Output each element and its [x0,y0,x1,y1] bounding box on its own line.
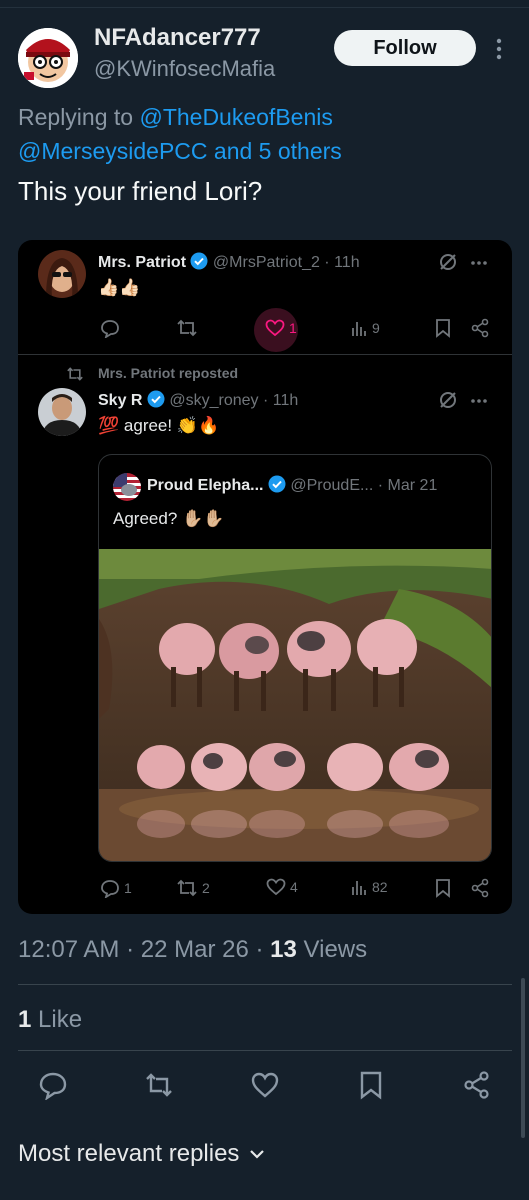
scrollbar[interactable] [521,978,525,1138]
embedded-image[interactable]: Mrs. Patriot @MrsPatriot_2 · 11h 👍🏻👍🏻 1 … [18,240,512,914]
repost-count: 2 [176,878,210,898]
views-label: Views [303,936,368,963]
author-handle[interactable]: @KWinfosecMafia [94,56,275,82]
reply-icon[interactable] [38,1070,68,1100]
reply-count: 1 [100,878,132,898]
like-count-text: 1 [289,320,297,336]
repost-icon[interactable] [144,1070,174,1100]
others-link[interactable]: and 5 others [214,138,342,164]
verified-icon [268,475,286,493]
repost-icon [177,879,197,897]
reply-icon [101,880,119,898]
share-icon [471,318,489,338]
views-icon [352,881,366,895]
replying-to: Replying to @TheDukeofBenis @MerseysideP… [18,100,508,168]
avatar [38,250,86,298]
likes-count: 1 [18,1006,32,1033]
quote-text-emoji: ✋🏼✋🏼 [182,509,225,528]
avatar [38,388,86,436]
views-count[interactable]: 13 [270,936,297,963]
grok-icon [440,254,456,270]
bookmark-icon[interactable] [356,1070,386,1100]
verified-icon [147,390,165,408]
verified-icon [190,252,208,270]
repost-icon [67,367,83,381]
heart-icon[interactable] [250,1070,280,1100]
replies-sort-label: Most relevant replies [18,1140,240,1167]
avatar [113,473,141,501]
views-count: 9 [350,319,380,337]
follow-button[interactable]: Follow [334,30,476,66]
like-count-text: 4 [290,879,298,895]
post-text-emoji: 💯 [98,416,120,435]
more-options-icon [471,261,487,265]
tweet-time: 12:07 AM [18,936,120,963]
grok-icon [440,392,456,408]
views-icon [352,322,366,336]
quote-date: · Mar 21 [377,477,438,494]
post-divider [18,354,512,355]
views-count-text: 82 [372,879,388,895]
reply-count-text: 1 [124,880,132,896]
tweet-date: 22 Mar 26 [140,936,249,963]
share-icon[interactable] [462,1070,492,1100]
bookmark-icon [436,319,450,338]
post-text: 👍🏻👍🏻 [98,278,141,297]
post-author-name: Sky R [98,392,143,409]
post-text: 💯 agree! 👏🔥 [98,416,219,436]
replying-prefix: Replying to [18,104,134,130]
mention-link[interactable]: @TheDukeofBenis [139,104,332,130]
repost-label: Mrs. Patriot reposted [98,365,239,381]
top-divider [0,0,529,8]
quote-handle: @ProudE... [290,477,374,494]
likes-label: Like [38,1006,83,1033]
mention-link[interactable]: @MerseysidePCC [18,138,208,164]
quote-text: Agreed? ✋🏼✋🏼 [113,509,224,529]
divider [18,1050,512,1051]
like-count: 1 [265,319,297,337]
share-icon [471,878,489,898]
like-count: 4 [266,878,298,896]
views-count-text: 9 [372,320,380,336]
repost-count-text: 2 [202,880,210,896]
likes-summary[interactable]: 1 Like [18,1006,82,1034]
tweet-header: NFAdancer777 @KWinfosecMafia Follow [18,22,518,92]
bookmark-icon [436,879,450,898]
pigs-in-mud-photo [99,549,491,861]
quote-author-name: Proud Elepha... [147,477,264,494]
post-handle-time: @sky_roney · 11h [169,392,299,409]
avatar[interactable] [18,28,78,88]
heart-icon [266,878,286,896]
post-author-name: Mrs. Patriot [98,254,187,271]
post-handle-time: @MrsPatriot_2 · 11h [212,254,360,271]
more-options-icon[interactable] [492,36,506,62]
chevron-down-icon [250,1150,265,1159]
post-text-body: agree! [123,416,173,435]
more-options-icon [471,399,487,403]
divider [18,984,512,985]
meta-separator: · [126,936,135,963]
quoted-post: Proud Elepha... @ProudE... · Mar 21 Agre… [98,454,492,862]
reply-icon [101,320,119,338]
meta-separator: · [255,936,264,963]
quote-text-body: Agreed? [113,509,178,528]
repost-icon [177,319,197,337]
replies-sort-dropdown[interactable]: Most relevant replies [18,1140,265,1168]
post-text-end-emoji: 👏🔥 [176,416,220,435]
author-name[interactable]: NFAdancer777 [94,24,261,52]
tweet-meta: 12:07 AM · 22 Mar 26 · 13 Views [18,936,367,964]
heart-icon [265,319,285,337]
tweet-text: This your friend Lori? [18,176,263,206]
views-count: 82 [350,878,388,896]
